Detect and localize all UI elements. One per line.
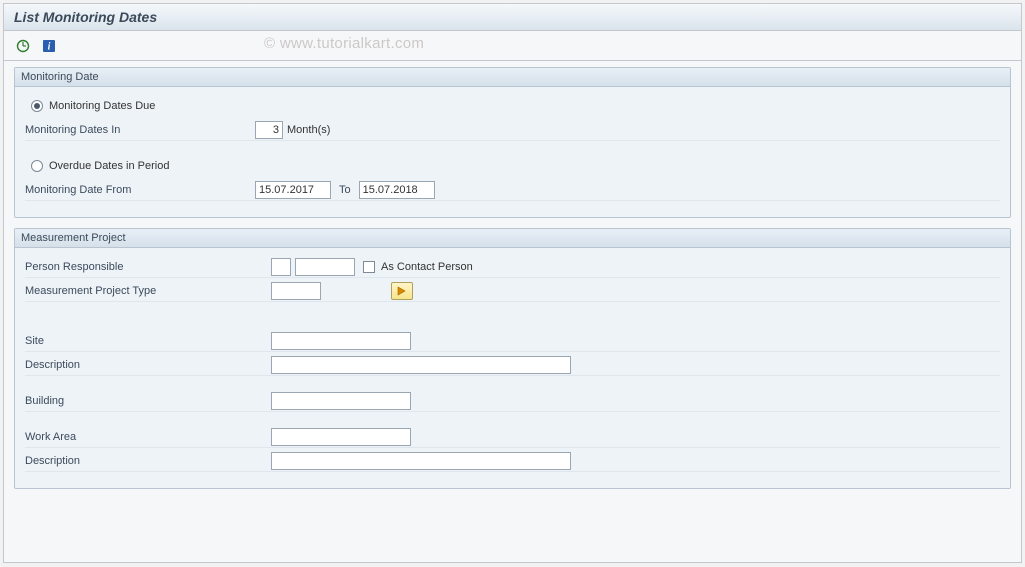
group-measurement-project: Measurement Project Person Responsible A… bbox=[14, 228, 1011, 489]
input-date-to[interactable] bbox=[359, 181, 435, 199]
label-site: Site bbox=[25, 335, 271, 347]
radio-label-monitoring-due: Monitoring Dates Due bbox=[49, 100, 155, 112]
input-building[interactable] bbox=[271, 392, 411, 410]
input-site[interactable] bbox=[271, 332, 411, 350]
multiple-selection-button[interactable] bbox=[391, 282, 413, 300]
label-to: To bbox=[339, 184, 351, 196]
label-monitoring-date-from: Monitoring Date From bbox=[25, 184, 255, 196]
watermark-text: © www.tutorialkart.com bbox=[264, 35, 424, 52]
radio-monitoring-dates-due[interactable] bbox=[31, 100, 43, 112]
label-work-area-description: Description bbox=[25, 455, 271, 467]
execute-icon bbox=[16, 39, 30, 53]
app-window: List Monitoring Dates i © www.tutorialka… bbox=[3, 3, 1022, 563]
label-as-contact-person: As Contact Person bbox=[381, 261, 473, 273]
info-button[interactable]: i bbox=[38, 36, 60, 56]
label-building: Building bbox=[25, 395, 271, 407]
input-date-from[interactable] bbox=[255, 181, 331, 199]
radio-overdue-dates-in-period[interactable] bbox=[31, 160, 43, 172]
label-measurement-project-type: Measurement Project Type bbox=[25, 285, 271, 297]
input-project-type[interactable] bbox=[271, 282, 321, 300]
input-monitoring-dates-in[interactable] bbox=[255, 121, 283, 139]
content-area: Monitoring Date Monitoring Dates Due Mon… bbox=[4, 61, 1021, 505]
label-months-unit: Month(s) bbox=[287, 124, 330, 136]
radio-label-overdue: Overdue Dates in Period bbox=[49, 160, 169, 172]
checkbox-as-contact-person[interactable] bbox=[363, 261, 375, 273]
input-person-name[interactable] bbox=[295, 258, 355, 276]
input-person-code[interactable] bbox=[271, 258, 291, 276]
input-work-area-description[interactable] bbox=[271, 452, 571, 470]
page-title: List Monitoring Dates bbox=[4, 4, 1021, 31]
label-monitoring-dates-in: Monitoring Dates In bbox=[25, 124, 255, 136]
input-work-area[interactable] bbox=[271, 428, 411, 446]
label-work-area: Work Area bbox=[25, 431, 271, 443]
label-person-responsible: Person Responsible bbox=[25, 261, 271, 273]
execute-button[interactable] bbox=[12, 36, 34, 56]
label-site-description: Description bbox=[25, 359, 271, 371]
group-monitoring-date: Monitoring Date Monitoring Dates Due Mon… bbox=[14, 67, 1011, 218]
arrow-right-icon bbox=[397, 286, 407, 296]
group-header-monitoring: Monitoring Date bbox=[15, 68, 1010, 87]
toolbar: i © www.tutorialkart.com bbox=[4, 31, 1021, 61]
input-site-description[interactable] bbox=[271, 356, 571, 374]
svg-text:i: i bbox=[48, 41, 51, 52]
group-header-project: Measurement Project bbox=[15, 229, 1010, 248]
info-icon: i bbox=[42, 39, 56, 53]
